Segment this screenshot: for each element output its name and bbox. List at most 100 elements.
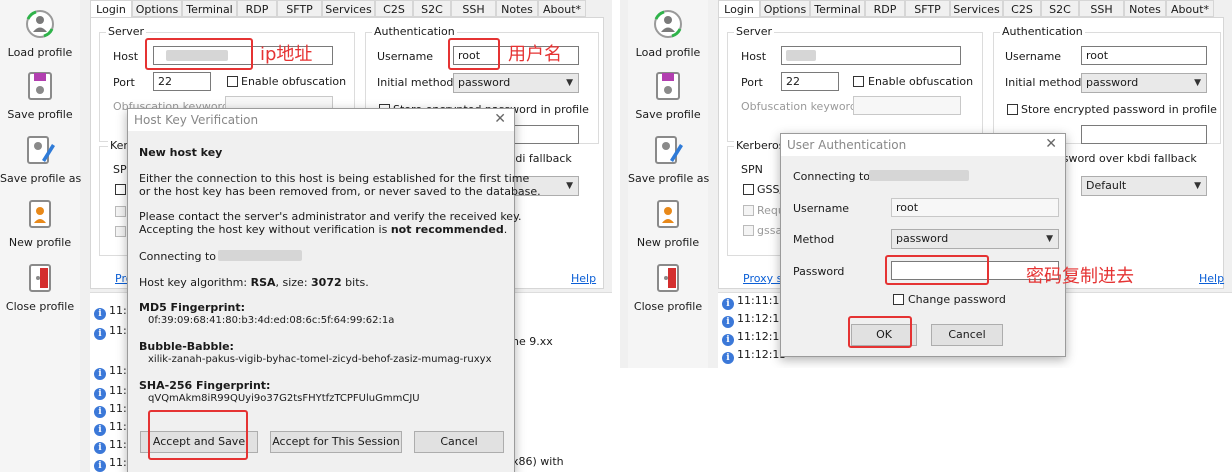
accept-for-session-button[interactable]: Accept for This Session xyxy=(270,431,402,453)
save-profile-as-icon xyxy=(27,136,55,164)
close-profile-button[interactable]: Close profile xyxy=(0,262,80,313)
load-profile-button[interactable]: Load profile xyxy=(628,8,708,59)
dialog-text: Accepting the host key without verificat… xyxy=(139,223,508,236)
tab-sftp[interactable]: SFTP xyxy=(277,0,322,17)
host-input[interactable] xyxy=(781,46,961,65)
close-icon[interactable]: ✕ xyxy=(494,111,506,127)
log-row: i 11: xyxy=(94,383,127,400)
gss-checkbox[interactable] xyxy=(115,184,126,195)
log-row: i 11: xyxy=(94,455,127,472)
new-profile-button[interactable]: New profile xyxy=(0,198,80,249)
sidebar-item-label: Close profile xyxy=(633,300,703,313)
log-row: i 11: xyxy=(94,437,127,454)
help-link[interactable]: Help xyxy=(571,272,596,285)
tab-notes[interactable]: Notes xyxy=(1124,0,1166,17)
request-delegation-checkbox xyxy=(115,206,126,217)
kbdi-default-select[interactable]: Default ▼ xyxy=(1081,176,1207,196)
auth-username-label: Username xyxy=(793,202,850,215)
cancel-button[interactable]: Cancel xyxy=(931,324,1003,346)
tab-login[interactable]: Login xyxy=(718,0,760,18)
redacted-host xyxy=(218,250,302,261)
new-profile-icon xyxy=(29,200,51,228)
save-profile-as-button[interactable]: Save profile as xyxy=(628,134,709,185)
obfuscation-keyword-label: Obfuscation keyword xyxy=(741,100,857,113)
help-link[interactable]: Help xyxy=(1199,272,1224,285)
log-row: i 11:12:13 xyxy=(722,311,786,328)
tab-rdp[interactable]: RDP xyxy=(865,0,905,17)
md5-label: MD5 Fingerprint: xyxy=(139,301,245,314)
save-profile-button[interactable]: Save profile xyxy=(0,70,80,121)
ok-button[interactable]: OK xyxy=(851,324,917,346)
tab-terminal[interactable]: Terminal xyxy=(810,0,865,17)
tab-options[interactable]: Options xyxy=(760,0,810,17)
tab-terminal[interactable]: Terminal xyxy=(182,0,237,17)
tab-services[interactable]: Services xyxy=(322,0,375,17)
change-password-checkbox[interactable] xyxy=(893,294,904,305)
info-icon: i xyxy=(94,406,106,418)
tab-login[interactable]: Login xyxy=(90,0,132,18)
save-profile-icon xyxy=(28,72,52,100)
store-password-checkbox[interactable] xyxy=(1007,104,1018,115)
tab-s2c[interactable]: S2C xyxy=(413,0,451,17)
initial-method-select[interactable]: password ▼ xyxy=(1081,73,1207,93)
tab-ssh[interactable]: SSH xyxy=(1079,0,1124,17)
save-profile-as-icon xyxy=(655,136,683,164)
connecting-to-label: Connecting to: xyxy=(793,170,874,183)
obfuscation-keyword-input xyxy=(853,96,961,115)
dialog-text: Please contact the server's administrato… xyxy=(139,210,522,223)
username-input[interactable]: root xyxy=(1081,46,1207,65)
auth-password-label: Password xyxy=(793,265,845,278)
left-window: Load profile Save profile Save profile a… xyxy=(0,0,612,472)
tab-s2c[interactable]: S2C xyxy=(1041,0,1079,17)
info-icon: i xyxy=(94,368,106,380)
save-profile-button[interactable]: Save profile xyxy=(628,70,708,121)
obfuscation-checkbox[interactable] xyxy=(853,76,864,87)
request-delegation-checkbox xyxy=(743,205,754,216)
info-icon: i xyxy=(722,352,734,364)
tab-options[interactable]: Options xyxy=(132,0,182,17)
tab-about[interactable]: About* xyxy=(1166,0,1214,17)
new-profile-button[interactable]: New profile xyxy=(628,198,708,249)
sha256-label: SHA-256 Fingerprint: xyxy=(139,379,271,392)
sidebar-item-label: Load profile xyxy=(635,46,701,59)
initial-method-select[interactable]: password ▼ xyxy=(453,73,579,93)
username-label: Username xyxy=(1005,50,1062,63)
close-profile-icon xyxy=(657,264,679,292)
initial-method-value: password xyxy=(458,76,511,89)
info-icon: i xyxy=(94,424,106,436)
tab-sftp[interactable]: SFTP xyxy=(905,0,950,17)
tab-ssh[interactable]: SSH xyxy=(451,0,496,17)
password-input[interactable] xyxy=(1081,125,1207,144)
obfuscation-checkbox[interactable] xyxy=(227,76,238,87)
cancel-button[interactable]: Cancel xyxy=(414,431,504,453)
tab-services[interactable]: Services xyxy=(950,0,1003,17)
host-key-algorithm: Host key algorithm: RSA, size: 3072 bits… xyxy=(139,276,369,289)
tab-about[interactable]: About* xyxy=(538,0,586,17)
save-profile-as-button[interactable]: Save profile as xyxy=(0,134,82,185)
port-label: Port xyxy=(113,76,135,89)
close-icon[interactable]: ✕ xyxy=(1045,136,1057,152)
auth-method-value: password xyxy=(896,232,949,245)
load-profile-button[interactable]: Load profile xyxy=(0,8,80,59)
sidebar-item-label: Save profile as xyxy=(0,172,82,185)
tab-rdp[interactable]: RDP xyxy=(237,0,277,17)
tab-c2s[interactable]: C2S xyxy=(1003,0,1041,17)
tab-notes[interactable]: Notes xyxy=(496,0,538,17)
tab-c2s[interactable]: C2S xyxy=(375,0,413,17)
server-group-title: Server xyxy=(734,25,775,38)
gss-checkbox[interactable] xyxy=(743,184,754,195)
obfuscation-label: Enable obfuscation xyxy=(241,75,347,88)
port-input[interactable]: 22 xyxy=(781,72,839,91)
obfuscation-label: Enable obfuscation xyxy=(868,75,974,88)
kbdi-fallback-label: ssword over kbdi fallback xyxy=(1057,152,1197,165)
log-row: i 11: xyxy=(94,303,127,320)
accept-and-save-button[interactable]: Accept and Save xyxy=(140,431,258,453)
kbdi-fallback-label: kdi fallback xyxy=(509,152,572,165)
close-profile-button[interactable]: Close profile xyxy=(628,262,708,313)
dialog-title: Host Key Verification xyxy=(128,109,514,131)
annotation-copy-password: 密码复制进去 xyxy=(1026,266,1134,287)
info-icon: i xyxy=(94,308,106,320)
port-input[interactable]: 22 xyxy=(153,72,211,91)
auth-method-select[interactable]: password ▼ xyxy=(891,229,1059,249)
auth-username-input: root xyxy=(891,198,1059,217)
